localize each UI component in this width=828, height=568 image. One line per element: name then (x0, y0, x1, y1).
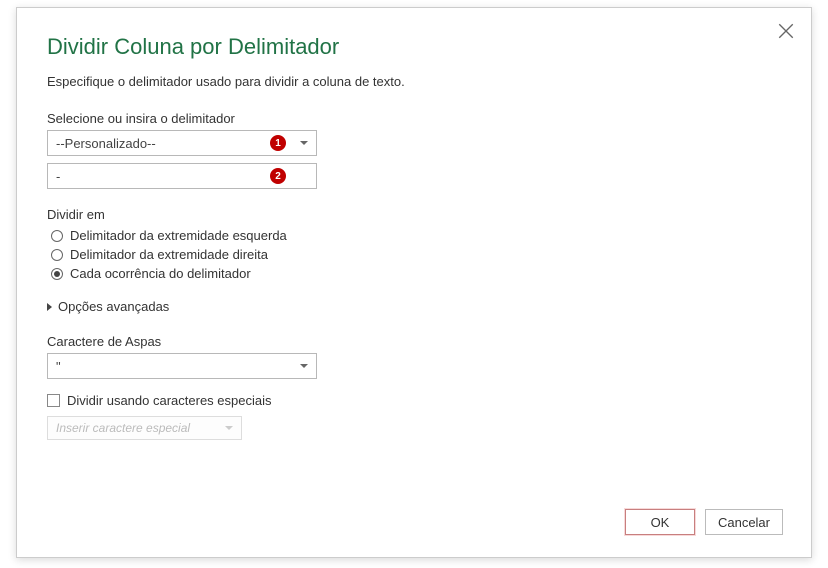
chevron-down-icon (300, 364, 308, 368)
radio-label: Cada ocorrência do delimitador (70, 266, 251, 281)
close-icon (777, 22, 795, 40)
split-column-dialog: Dividir Coluna por Delimitador Especifiq… (16, 7, 812, 558)
advanced-options-expander[interactable]: Opções avançadas (47, 299, 781, 314)
dialog-title: Dividir Coluna por Delimitador (47, 34, 781, 60)
ok-button-label: OK (651, 515, 670, 530)
quote-char-value: " (56, 359, 61, 374)
close-button[interactable] (777, 22, 795, 40)
special-chars-label: Dividir usando caracteres especiais (67, 393, 271, 408)
split-at-label: Dividir em (47, 207, 781, 222)
delimiter-select[interactable]: --Personalizado-- 1 (47, 130, 317, 156)
dialog-button-row: OK Cancelar (625, 509, 783, 535)
cancel-button[interactable]: Cancelar (705, 509, 783, 535)
insert-special-char-label: Inserir caractere especial (56, 421, 190, 435)
delimiter-label: Selecione ou insira o delimitador (47, 111, 781, 126)
custom-delimiter-input[interactable]: - 2 (47, 163, 317, 189)
radio-leftmost-delimiter[interactable]: Delimitador da extremidade esquerda (51, 228, 781, 243)
radio-icon (51, 249, 63, 261)
checkbox-icon (47, 394, 60, 407)
chevron-down-icon (225, 426, 233, 430)
advanced-options-label: Opções avançadas (58, 299, 169, 314)
annotation-badge-1: 1 (270, 135, 286, 151)
radio-label: Delimitador da extremidade esquerda (70, 228, 287, 243)
chevron-down-icon (300, 141, 308, 145)
quote-char-select[interactable]: " (47, 353, 317, 379)
annotation-badge-2: 2 (270, 168, 286, 184)
ok-button[interactable]: OK (625, 509, 695, 535)
radio-icon (51, 230, 63, 242)
delimiter-select-value: --Personalizado-- (56, 136, 156, 151)
radio-label: Delimitador da extremidade direita (70, 247, 268, 262)
cancel-button-label: Cancelar (718, 515, 770, 530)
radio-each-occurrence[interactable]: Cada ocorrência do delimitador (51, 266, 781, 281)
radio-icon-checked (51, 268, 63, 280)
chevron-right-icon (47, 303, 52, 311)
quote-char-label: Caractere de Aspas (47, 334, 781, 349)
split-at-radio-group: Delimitador da extremidade esquerda Deli… (47, 228, 781, 281)
special-chars-checkbox[interactable]: Dividir usando caracteres especiais (47, 393, 781, 408)
insert-special-char-select: Inserir caractere especial (47, 416, 242, 440)
custom-delimiter-value: - (56, 169, 60, 184)
dialog-subtitle: Especifique o delimitador usado para div… (47, 74, 781, 89)
radio-rightmost-delimiter[interactable]: Delimitador da extremidade direita (51, 247, 781, 262)
